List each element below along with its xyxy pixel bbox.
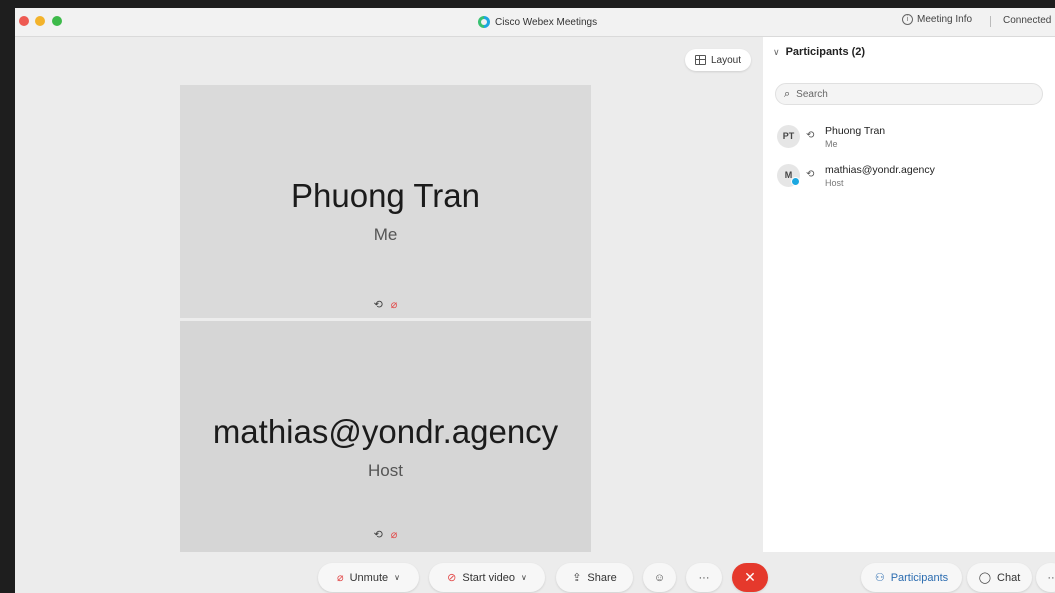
window-title-text: Cisco Webex Meetings [495,16,598,28]
chevron-down-icon[interactable]: ∨ [773,47,780,58]
avatar: PT [777,125,800,148]
participants-panel: ∨ Participants (2) ⌕ PT ⟲ Phuong Tran Me… [763,37,1055,552]
participant-row[interactable]: PT ⟲ Phuong Tran Me [777,123,1037,162]
share-icon: ⇪ [572,572,582,584]
participant-role: Me [825,139,838,149]
participant-role: Host [825,178,844,188]
search-input[interactable] [796,88,997,100]
end-call-button[interactable]: ✕ [732,563,768,592]
webex-status-icon [791,177,800,186]
tile-status-icons: ⟲ ⌀ [180,528,591,541]
mic-muted-icon: ⌀ [390,299,398,311]
chevron-down-icon[interactable]: ∨ [521,573,527,582]
chevron-down-icon[interactable]: ∨ [394,573,400,582]
participants-icon: ⚇ [874,572,885,584]
video-tile[interactable]: Phuong Tran Me ⟲ ⌀ [180,85,591,318]
participant-name: Phuong Tran [825,125,886,137]
video-off-icon: ⊘ [447,572,457,584]
webex-logo-icon [478,16,490,28]
participants-button[interactable]: ⚇ Participants [861,563,962,592]
end-call-icon: ✕ [744,569,756,585]
layout-grid-icon [695,55,706,65]
participant-name: mathias@yondr.agency [825,164,935,176]
close-window-button[interactable] [19,16,29,26]
meeting-info-label: Meeting Info [917,14,973,25]
more-icon: ··· [698,571,710,584]
share-button[interactable]: ⇪ Share [556,563,633,592]
chat-label: Chat [997,571,1021,584]
audio-connected-icon: ⟲ [806,169,815,180]
video-stage: Layout Phuong Tran Me ⟲ ⌀ mathias@yondr.… [15,37,762,552]
more-icon: ·· [1047,571,1055,584]
audio-connected-icon: ⟲ [373,299,383,311]
emoji-icon: ☺ [653,571,666,584]
participants-label: Participants [890,571,949,584]
meeting-info-button[interactable]: i Meeting Info [902,14,972,25]
participant-search[interactable]: ⌕ [775,83,1043,105]
tile-name: mathias@yondr.agency [212,413,559,450]
maximize-window-button[interactable] [52,16,62,26]
mic-muted-icon: ⌀ [390,529,398,541]
unmute-label: Unmute [349,571,389,584]
tile-role: Host [368,461,403,480]
search-icon: ⌕ [784,87,791,100]
reactions-button[interactable]: ☺ [643,563,676,592]
audio-connected-icon: ⟲ [806,130,815,141]
layout-label: Layout [711,54,742,66]
tile-role: Me [373,225,398,244]
start-video-label: Start video [462,571,515,584]
participant-row[interactable]: M ⟲ mathias@yondr.agency Host [777,162,1037,201]
mic-muted-icon: ⌀ [336,572,344,584]
webex-window: Cisco Webex Meetings i Meeting Info Conn… [15,8,1055,593]
overflow-button[interactable]: ·· [1036,563,1055,592]
chat-icon: ◯ [978,572,992,584]
video-tile[interactable]: mathias@yondr.agency Host ⟲ ⌀ [180,321,591,552]
share-label: Share [587,571,617,584]
info-icon: i [902,14,913,25]
minimize-window-button[interactable] [35,16,45,26]
tile-name: Phuong Tran [291,177,480,214]
layout-button[interactable]: Layout [685,49,752,71]
connection-status: Connected [1003,15,1052,26]
unmute-button[interactable]: ⌀ Unmute ∨ [318,563,419,592]
title-separator [990,16,991,27]
chat-button[interactable]: ◯ Chat [967,563,1032,592]
tile-status-icons: ⟲ ⌀ [180,298,591,311]
meeting-toolbar: ⌀ Unmute ∨ ⊘ Start video ∨ ⇪ Share ☺ ···… [15,552,1055,593]
title-bar: Cisco Webex Meetings i Meeting Info Conn… [15,8,1055,37]
participant-list: PT ⟲ Phuong Tran Me M ⟲ mathias@yondr.ag… [777,123,1037,201]
participants-title: Participants (2) [785,46,866,58]
start-video-button[interactable]: ⊘ Start video ∨ [429,563,545,592]
audio-connected-icon: ⟲ [373,529,383,541]
more-options-button[interactable]: ··· [686,563,722,592]
window-title: Cisco Webex Meetings [478,14,597,30]
participants-header[interactable]: ∨ Participants (2) [773,46,865,58]
